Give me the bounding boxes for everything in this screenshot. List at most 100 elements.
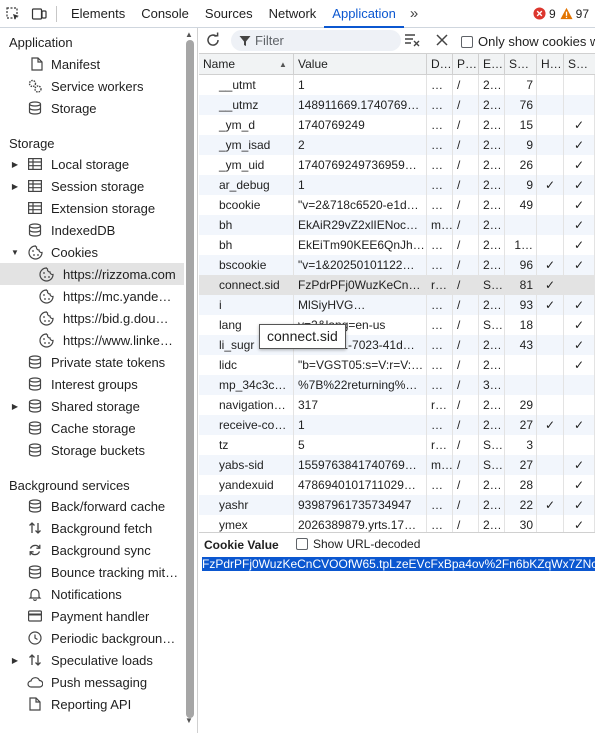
expand-arrow-icon[interactable]: ▶ [10, 181, 20, 191]
cell-name: bscookie [199, 255, 294, 275]
sidebar-item-storage[interactable]: Storage [0, 97, 184, 119]
device-toolbar-icon[interactable] [26, 0, 52, 28]
clear-all-close-icon[interactable] [435, 33, 449, 50]
sidebar-item-label: https://rizzoma.com [63, 266, 176, 282]
sidebar-item-background-fetch[interactable]: Background fetch [0, 517, 184, 539]
expand-arrow-icon[interactable]: ▶ [10, 159, 20, 169]
cell-path: / [453, 475, 479, 495]
column-header-name[interactable]: Name ▲ [199, 54, 294, 75]
filter-box[interactable] [231, 30, 401, 51]
cell-secure [564, 75, 595, 95]
sidebar-item-push-messaging[interactable]: Push messaging [0, 671, 184, 693]
inspect-element-icon[interactable] [0, 0, 26, 28]
cell-value: 93987961735734947 [294, 495, 427, 515]
table-row[interactable]: yabs-sid 1559763841740769… m… / S… 27 ✓ [199, 455, 595, 475]
tab-network[interactable]: Network [261, 0, 325, 28]
cell-secure [564, 275, 595, 295]
sidebar-item-cookie-origin[interactable]: https://www.linke… [0, 329, 184, 351]
table-row[interactable]: connect.sid FzPdrPFj0WuzKeCn… r… / S… 81 ✓ [199, 275, 595, 295]
scroll-down-arrow-icon[interactable]: ▼ [185, 716, 193, 725]
column-header-httponly[interactable]: H… [537, 54, 564, 75]
cell-value: %7B%22returning%… [294, 375, 427, 395]
sidebar-item-shared-storage[interactable]: ▶ Shared storage [0, 395, 184, 417]
warning-count-badge[interactable]: 97 [560, 7, 589, 21]
sidebar-item-reporting-api[interactable]: Reporting API [0, 693, 184, 715]
sidebar-item-extension-storage[interactable]: Extension storage [0, 197, 184, 219]
sidebar-item-cookies[interactable]: ▼ Cookies [0, 241, 184, 263]
sidebar-item-notifications[interactable]: Notifications [0, 583, 184, 605]
error-count-badge[interactable]: 9 [533, 7, 556, 21]
sidebar-item-periodic-background-sync[interactable]: Periodic backgroun… [0, 627, 184, 649]
column-header-secure[interactable]: S… [564, 54, 595, 75]
table-row[interactable]: lidc "b=VGST05:s=V:r=V:……/2… ✓ [199, 355, 595, 375]
table-row[interactable]: ar_debug 1…/2… 9 ✓ ✓ [199, 175, 595, 195]
column-header-path[interactable]: P… [453, 54, 479, 75]
up-down-arrows-icon [27, 520, 43, 536]
sidebar-item-bounce-tracking[interactable]: Bounce tracking mit… [0, 561, 184, 583]
table-row[interactable]: _ym_uid 1740769249736959……/2… 26 ✓ [199, 155, 595, 175]
sidebar-item-payment-handler[interactable]: Payment handler [0, 605, 184, 627]
sidebar-item-interest-groups[interactable]: Interest groups [0, 373, 184, 395]
expand-arrow-icon[interactable]: ▶ [10, 655, 20, 665]
sidebar-item-indexeddb[interactable]: IndexedDB [0, 219, 184, 241]
show-url-decoded-toggle[interactable]: Show URL-decoded [296, 537, 420, 551]
tab-elements[interactable]: Elements [63, 0, 133, 28]
tab-sources[interactable]: Sources [197, 0, 261, 28]
clear-filtered-cookies-icon[interactable] [404, 33, 420, 50]
sidebar-item-cookie-origin[interactable]: https://bid.g.dou… [0, 307, 184, 329]
table-row[interactable]: __utmt 1…/2… 7 [199, 75, 595, 95]
table-row[interactable]: yandexuid 4786940101711029……/2… 28 ✓ [199, 475, 595, 495]
table-row[interactable]: bcookie "v=2&718c6520-e1d……/2… 49 ✓ [199, 195, 595, 215]
table-row[interactable]: yashr 93987961735734947…/2… 22 ✓ ✓ [199, 495, 595, 515]
table-row[interactable]: tz 5 r… / S… 3 [199, 435, 595, 455]
column-header-domain[interactable]: D… [427, 54, 453, 75]
collapse-arrow-icon[interactable]: ▼ [10, 247, 20, 257]
sidebar-item-cache-storage[interactable]: Cache storage [0, 417, 184, 439]
table-icon [27, 156, 43, 172]
cell-httponly [537, 435, 564, 455]
table-row[interactable]: _ym_d 1740769249…/2… 15 ✓ [199, 115, 595, 135]
table-row[interactable]: __utmz 148911669.1740769……/2… 76 [199, 95, 595, 115]
table-row[interactable]: mp_34c3c… %7B%22returning%……/3… [199, 375, 595, 395]
sidebar-item-storage-buckets[interactable]: Storage buckets [0, 439, 184, 461]
sidebar-item-session-storage[interactable]: ▶ Session storage [0, 175, 184, 197]
only-show-issues-checkbox[interactable] [461, 35, 473, 48]
expand-arrow-icon[interactable]: ▶ [10, 401, 20, 411]
column-header-value[interactable]: Value [294, 54, 427, 75]
sidebar-item-service-workers[interactable]: Service workers [0, 75, 184, 97]
tab-application[interactable]: Application [324, 0, 404, 28]
sidebar-item-private-state-tokens[interactable]: Private state tokens [0, 351, 184, 373]
cell-httponly [537, 475, 564, 495]
column-header-size[interactable]: S… [505, 54, 537, 75]
cookie-value-text[interactable]: FzPdrPFj0WuzKeCnCVOOfW65.tpLzeEVcFxBpa4o… [202, 556, 595, 572]
only-show-issues-toggle[interactable]: Only show cookies wi [461, 34, 595, 49]
show-url-decoded-checkbox[interactable] [296, 538, 308, 550]
cell-expires: S… [479, 275, 505, 295]
tab-console[interactable]: Console [133, 0, 197, 28]
sidebar-item-manifest[interactable]: Manifest [0, 53, 184, 75]
sidebar-item-cookie-origin[interactable]: https://mc.yande… [0, 285, 184, 307]
filter-input[interactable] [255, 33, 385, 48]
sidebar-item-back-forward-cache[interactable]: Back/forward cache [0, 495, 184, 517]
table-row[interactable]: bh EkEiTm90KEE6QnJh……/2… 1… ✓ [199, 235, 595, 255]
table-row[interactable]: navigation… 317 r…/2… 29 [199, 395, 595, 415]
scroll-up-arrow-icon[interactable]: ▲ [185, 30, 193, 39]
cell-value: EkAiR29vZ2xlIENoc… [294, 215, 427, 235]
table-row[interactable]: _ym_isad 2…/2… 9 ✓ [199, 135, 595, 155]
database-icon [27, 354, 43, 370]
cell-domain: … [427, 155, 453, 175]
sidebar-item-background-sync[interactable]: Background sync [0, 539, 184, 561]
sidebar-item-cookie-origin[interactable]: https://rizzoma.com [0, 263, 184, 285]
cell-size: 15 [505, 115, 537, 135]
table-row[interactable]: receive-co… 1…/2… 27 ✓ ✓ [199, 415, 595, 435]
sidebar-item-speculative-loads[interactable]: ▶ Speculative loads [0, 649, 184, 671]
table-row[interactable]: i MlSiyHVG……/2… 93 ✓ ✓ [199, 295, 595, 315]
table-row[interactable]: bscookie "v=1&20250101122……/2… 96 ✓ ✓ [199, 255, 595, 275]
refresh-icon[interactable] [205, 32, 221, 51]
table-row[interactable]: bh EkAiR29vZ2xlIENoc… m…/2… ✓ [199, 215, 595, 235]
column-header-expires[interactable]: E… [479, 54, 505, 75]
sidebar-scrollbar-thumb[interactable] [186, 40, 194, 718]
sidebar-item-local-storage[interactable]: ▶ Local storage [0, 153, 184, 175]
sort-ascending-icon: ▲ [279, 60, 287, 69]
more-tabs-icon[interactable]: » [404, 5, 424, 22]
